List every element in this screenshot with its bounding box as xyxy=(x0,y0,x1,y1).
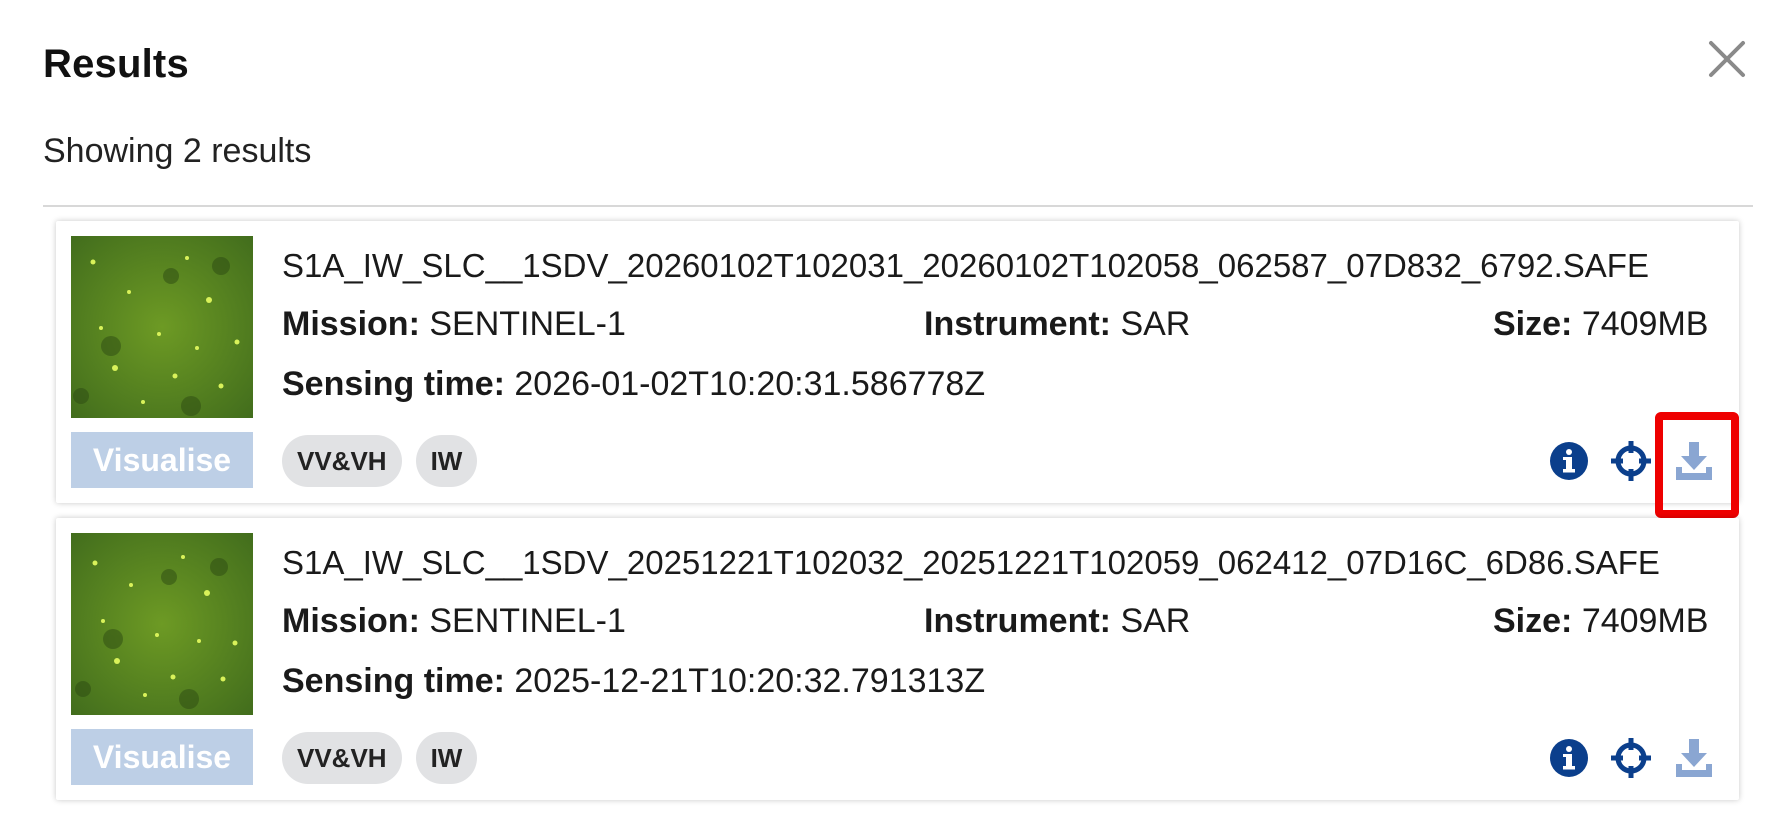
instrument-value: SAR xyxy=(1120,305,1191,343)
product-filename: S1A_IW_SLC__1SDV_20260102T102031_2026010… xyxy=(282,247,1649,284)
sensing-time-label: Sensing time: xyxy=(282,365,505,403)
sensing-time-value: 2025-12-21T10:20:32.791313Z xyxy=(514,662,986,700)
divider xyxy=(43,205,1753,207)
mode-tag: IW xyxy=(415,435,478,487)
mission-label: Mission: xyxy=(282,305,420,343)
instrument-value: SAR xyxy=(1120,602,1191,640)
thumbnail-image xyxy=(71,533,253,715)
mission-field: Mission: SENTINEL-1 xyxy=(282,305,626,344)
instrument-label: Instrument: xyxy=(924,305,1111,343)
sensing-time-label: Sensing time: xyxy=(282,662,505,700)
sensing-time-value: 2026-01-02T10:20:31.586778Z xyxy=(514,365,986,403)
info-icon[interactable] xyxy=(1548,737,1590,779)
crosshair-icon[interactable] xyxy=(1610,440,1652,482)
crosshair-icon[interactable] xyxy=(1610,737,1652,779)
polarisation-tag: VV&VH xyxy=(282,435,402,487)
mission-label: Mission: xyxy=(282,602,420,640)
product-filename: S1A_IW_SLC__1SDV_20251221T102032_2025122… xyxy=(282,544,1660,581)
mission-value: SENTINEL-1 xyxy=(429,602,626,640)
mission-field: Mission: SENTINEL-1 xyxy=(282,602,626,641)
instrument-field: Instrument: SAR xyxy=(924,602,1190,641)
download-highlight xyxy=(1655,412,1739,518)
mode-tag: IW xyxy=(415,732,478,784)
sensing-time-field: Sensing time: 2025-12-21T10:20:32.791313… xyxy=(282,662,985,701)
visualise-button[interactable]: Visualise xyxy=(71,432,253,488)
result-card: Visualise S1A_IW_SLC__1SDV_20260102T1020… xyxy=(56,221,1739,503)
result-card: Visualise S1A_IW_SLC__1SDV_20251221T1020… xyxy=(56,518,1739,800)
panel-title: Results xyxy=(43,42,189,86)
size-value: 7409MB xyxy=(1581,305,1709,343)
download-icon[interactable] xyxy=(1673,737,1715,779)
info-icon[interactable] xyxy=(1548,440,1590,482)
size-value: 7409MB xyxy=(1581,602,1709,640)
visualise-button[interactable]: Visualise xyxy=(71,729,253,785)
sensing-time-field: Sensing time: 2026-01-02T10:20:31.586778… xyxy=(282,365,985,404)
size-field: Size: 7409MB xyxy=(1493,602,1708,641)
tag-list: VV&VH IW xyxy=(282,435,478,487)
size-label: Size: xyxy=(1493,602,1573,640)
thumbnail-image xyxy=(71,236,253,418)
instrument-field: Instrument: SAR xyxy=(924,305,1190,344)
tag-list: VV&VH IW xyxy=(282,732,478,784)
results-count: Showing 2 results xyxy=(43,132,312,170)
close-icon[interactable] xyxy=(1706,38,1748,80)
size-label: Size: xyxy=(1493,305,1573,343)
results-panel: Results Showing 2 results Visualise S1A_… xyxy=(0,0,1776,826)
mission-value: SENTINEL-1 xyxy=(429,305,626,343)
polarisation-tag: VV&VH xyxy=(282,732,402,784)
size-field: Size: 7409MB xyxy=(1493,305,1708,344)
instrument-label: Instrument: xyxy=(924,602,1111,640)
